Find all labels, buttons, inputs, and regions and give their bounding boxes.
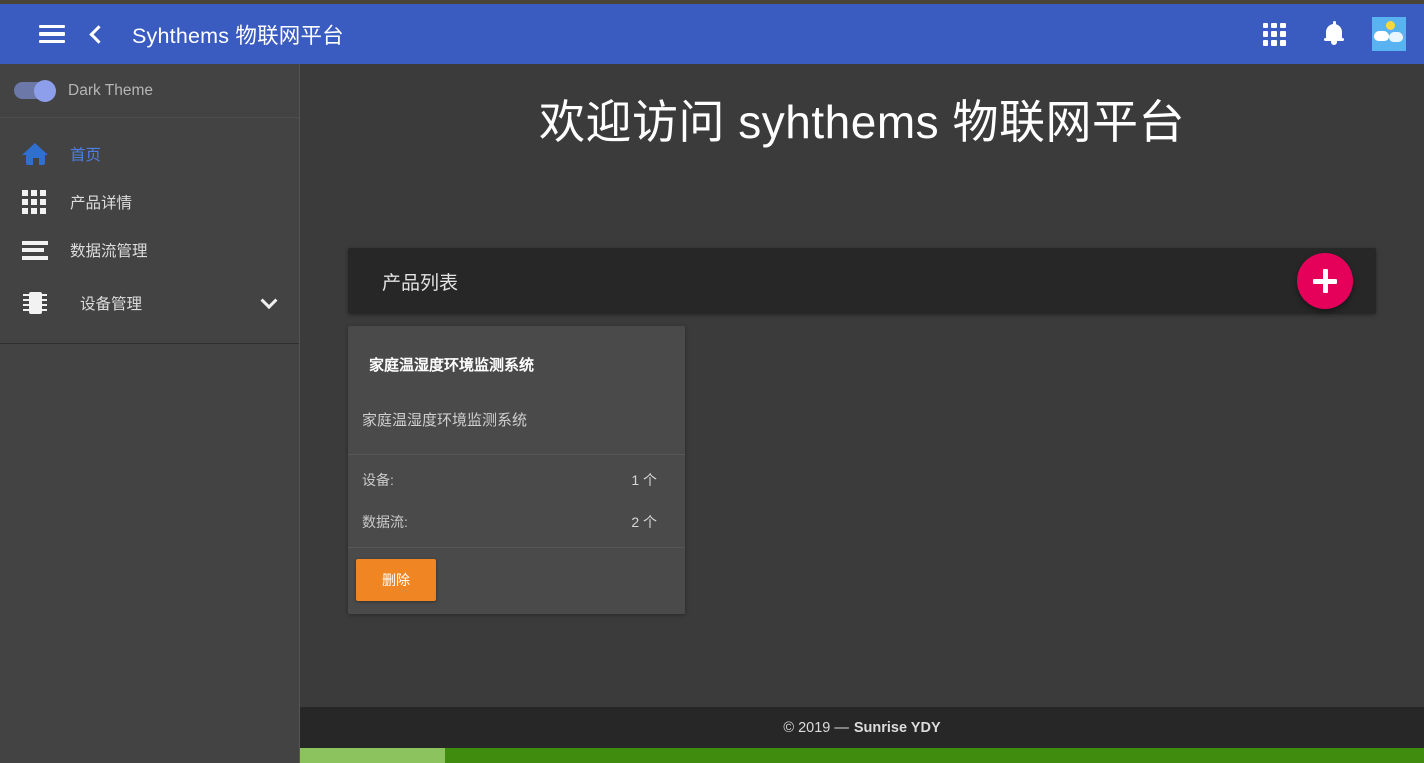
app-title: Syhthems 物联网平台 [132,23,344,48]
sidebar-item-datastream[interactable]: 数据流管理 [0,226,299,274]
cloud-icon-right [1389,32,1403,42]
product-card-description: 家庭温湿度环境监测系统 [362,412,528,429]
sidebar-item-product-details-label: 产品详情 [70,195,133,212]
toggle-knob [34,79,56,102]
footer: © 2019 — Sunrise YDY [300,707,1424,748]
product-list-title: 产品列表 [382,272,459,294]
chip-icon [22,291,56,315]
avatar[interactable] [1372,17,1406,51]
grid-apps-icon [1262,22,1286,46]
footer-copyright: © 2019 — [783,719,849,736]
sidebar-item-home[interactable]: 首页 [0,130,299,178]
product-card-actions: 删除 [348,548,685,614]
header-right-group [1252,12,1406,56]
delete-button[interactable]: 删除 [356,559,436,601]
main-content: 欢迎访问 syhthems 物联网平台 产品列表 家庭温湿度环境监测系统 家庭温… [300,64,1424,763]
sidebar-item-device-management[interactable]: 设备管理 [0,274,299,332]
plus-icon [1313,269,1337,293]
stat-datastreams-value: 2 个 [631,514,657,530]
stat-devices-label: 设备: [362,472,394,488]
cloud-icon-left [1374,31,1389,41]
product-list-toolbar: 产品列表 [348,248,1376,314]
sun-icon [1386,21,1395,30]
back-button[interactable] [74,12,118,56]
dark-theme-toggle[interactable] [14,79,56,102]
chevron-down-icon[interactable] [260,292,278,310]
notifications-button[interactable] [1312,12,1356,56]
sidebar-item-datastream-label: 数据流管理 [70,243,148,260]
list-lines-icon [22,240,56,260]
page-title: 欢迎访问 syhthems 物联网平台 [539,96,1185,148]
product-card-header: 家庭温湿度环境监测系统 [348,326,685,381]
sidebar: Dark Theme 首页 产品详情 数据流管理 设备管理 [0,64,300,763]
header-left-group: Syhthems 物联网平台 [30,12,344,56]
sidebar-nav-wrapper: 首页 产品详情 数据流管理 设备管理 [0,118,299,344]
stat-row-datastreams: 数据流: 2 个 [348,501,685,543]
dark-theme-row[interactable]: Dark Theme [0,64,299,118]
menu-button[interactable] [30,12,74,56]
hamburger-icon [39,24,65,44]
sidebar-nav: 首页 产品详情 数据流管理 设备管理 [0,118,299,332]
stat-devices-value: 1 个 [631,472,657,488]
bell-icon [1323,21,1345,46]
sidebar-divider [0,343,299,344]
product-card[interactable]: 家庭温湿度环境监测系统 家庭温湿度环境监测系统 设备: 1 个 数据流: 2 个… [348,326,685,614]
sidebar-item-device-management-label: 设备管理 [80,296,143,313]
chevron-left-icon [88,24,108,44]
scrollbar-thumb[interactable] [300,748,445,763]
product-card-stats: 设备: 1 个 数据流: 2 个 [348,455,685,547]
grid-icon [22,190,56,214]
dark-theme-label: Dark Theme [68,81,153,99]
stat-row-devices: 设备: 1 个 [348,459,685,501]
footer-brand: Sunrise YDY [853,719,941,736]
sidebar-item-product-details[interactable]: 产品详情 [0,178,299,226]
product-card-title: 家庭温湿度环境监测系统 [369,357,535,374]
application-window: Syhthems 物联网平台 Dark Theme 首页 产品详情 数据流管理 … [0,0,1424,763]
sidebar-item-home-label: 首页 [70,147,102,164]
app-header: Syhthems 物联网平台 [0,4,1424,64]
apps-button[interactable] [1252,12,1296,56]
stat-datastreams-label: 数据流: [362,514,408,530]
home-icon [22,143,56,165]
add-product-button[interactable] [1297,253,1353,309]
